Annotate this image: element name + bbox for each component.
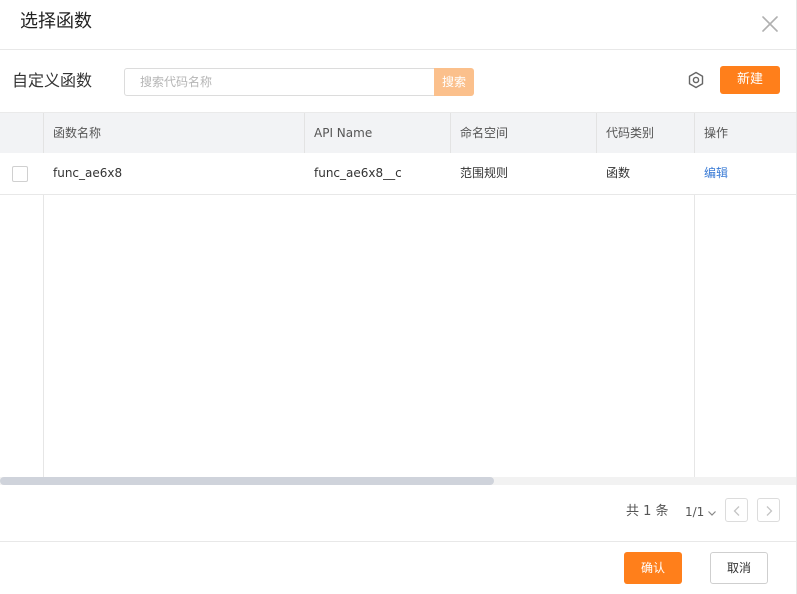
new-button[interactable]: 新建	[720, 66, 780, 94]
chevron-down-icon	[708, 510, 717, 516]
column-header-api-name: API Name	[305, 113, 451, 153]
total-count: 共 1 条	[626, 504, 669, 519]
column-divider	[43, 195, 44, 478]
table-header: 函数名称 API Name 命名空间 代码类别 操作	[0, 113, 796, 153]
dialog-header: 选择函数	[0, 0, 796, 50]
chevron-left-icon	[733, 506, 740, 516]
column-header-category: 代码类别	[597, 113, 695, 153]
row-checkbox[interactable]	[12, 166, 28, 182]
cancel-button[interactable]: 取消	[710, 552, 768, 584]
cell-category: 函数	[606, 166, 631, 180]
toolbar: 自定义函数 搜索 新建	[0, 50, 796, 112]
next-page-button[interactable]	[757, 498, 780, 522]
column-divider	[694, 195, 695, 478]
search-box: 搜索	[124, 68, 474, 96]
chevron-right-icon	[766, 506, 773, 516]
edit-link[interactable]: 编辑	[704, 166, 728, 180]
hexagon-gear-icon[interactable]	[686, 70, 706, 90]
functions-table: 函数名称 API Name 命名空间 代码类别 操作 func_ae6x8 fu…	[0, 112, 796, 487]
column-header-name: 函数名称	[44, 113, 305, 153]
header-select-cell	[0, 113, 44, 153]
table-row[interactable]: func_ae6x8 func_ae6x8__c 范围规则 函数 编辑	[0, 153, 796, 195]
cell-action: 编辑	[695, 153, 796, 194]
section-title: 自定义函数	[12, 71, 93, 90]
dialog-title: 选择函数	[20, 11, 92, 32]
search-input[interactable]	[125, 69, 433, 95]
dialog-footer: 确认 取消	[0, 542, 796, 594]
search-button[interactable]: 搜索	[434, 68, 474, 96]
confirm-button[interactable]: 确认	[624, 552, 682, 584]
horizontal-scrollbar[interactable]	[0, 477, 796, 485]
column-header-namespace: 命名空间	[451, 113, 597, 153]
close-icon[interactable]	[760, 14, 780, 34]
column-header-action: 操作	[704, 126, 729, 140]
select-function-dialog: 选择函数 自定义函数 搜索 新建 函数名称 API Name 命名空间 代码类别…	[0, 0, 797, 594]
prev-page-button[interactable]	[725, 498, 748, 522]
page-indicator: 1/1	[685, 505, 705, 519]
page-selector[interactable]: 1/1	[685, 502, 717, 522]
cell-namespace: 范围规则	[460, 166, 509, 180]
scrollbar-thumb[interactable]	[0, 477, 494, 485]
pagination: 共 1 条 1/1	[0, 486, 796, 542]
cell-name: func_ae6x8	[53, 166, 123, 180]
cell-api-name: func_ae6x8__c	[314, 166, 402, 180]
